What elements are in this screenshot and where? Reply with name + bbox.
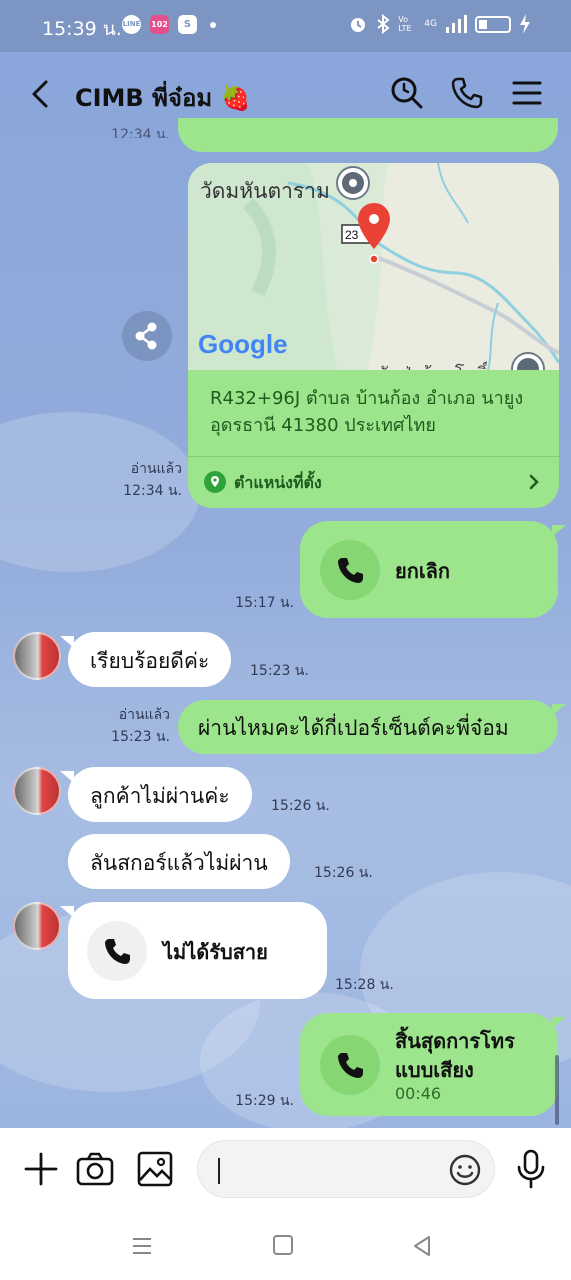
emoji-icon[interactable] (448, 1153, 482, 1187)
location-address: R432+96J ตำบล บ้านก้อง อำเภอ นายูง อุดรธ… (210, 388, 524, 436)
microphone-icon[interactable] (513, 1148, 549, 1190)
call-duration: 00:46 (395, 1084, 442, 1103)
line-notification-icon: LINE (122, 15, 141, 34)
read-receipt: อ่านแล้ว (130, 461, 182, 477)
call-message-bubble[interactable]: สิ้นสุดการโทร แบบเสียง 00:46 (300, 1013, 566, 1116)
google-logo: Google (198, 329, 288, 359)
scrollbar[interactable] (555, 1055, 559, 1125)
call-icon-circle (87, 921, 147, 981)
back-arrow-icon[interactable] (24, 74, 60, 114)
more-notifications-dot (210, 21, 216, 28)
message-status: อ่านแล้ว 15:23 น. (96, 704, 170, 748)
incoming-message-bubble[interactable]: เรียบร้อยดีค่ะ (59, 632, 232, 687)
call-message-bubble[interactable]: ยกเลิก (300, 521, 566, 618)
message-time: 15:23 น. (111, 729, 170, 745)
phone-icon (338, 1053, 363, 1078)
previous-message-bubble[interactable] (178, 118, 558, 152)
gallery-icon[interactable] (136, 1150, 174, 1188)
message-time: 15:29 น. (235, 1093, 294, 1109)
message-time: 15:23 น. (250, 663, 309, 679)
call-status-line1: สิ้นสุดการโทร (395, 1029, 515, 1053)
contact-avatar[interactable] (13, 632, 61, 680)
location-pin-icon (204, 471, 226, 493)
incoming-message-bubble[interactable]: ลูกค้าไม่ผ่านค่ะ (60, 767, 252, 822)
battery-icon (475, 15, 511, 33)
call-status-label: ยกเลิก (395, 559, 451, 583)
status-time: 15:39 น. (42, 18, 122, 40)
message-time: 15:17 น. (235, 595, 294, 611)
camera-icon[interactable] (75, 1150, 115, 1188)
message-time: 15:26 น. (271, 798, 330, 814)
message-input-bar (0, 1128, 571, 1212)
message-time: 15:28 น. (335, 977, 394, 993)
back-nav-icon[interactable] (410, 1234, 434, 1258)
menu-icon[interactable] (510, 76, 544, 110)
system-navigation-bar (0, 1212, 571, 1280)
call-icon-circle (320, 540, 380, 600)
message-text: เรียบร้อยดีค่ะ (90, 649, 210, 673)
outgoing-message-bubble[interactable]: ผ่านไหมคะได้กี่เปอร์เซ็นต์คะพี่จ๋อม (178, 700, 566, 754)
phone-call-icon[interactable] (450, 76, 484, 110)
phone-icon (338, 558, 363, 583)
phone-icon (105, 939, 130, 964)
message-time: 15:26 น. (314, 865, 373, 881)
previous-message-time: 12:34 น. (111, 127, 170, 138)
status-bar: 15:39 น. LINE 102 S Vo LTE 4G (0, 0, 571, 52)
message-text: ลันสกอร์แล้วไม่ผ่าน (90, 851, 268, 875)
call-status-line2: แบบเสียง (395, 1058, 474, 1082)
location-message-card[interactable]: 23 วัดมหันตาราม วัดป่าก้อมโพธิ์ Google R… (188, 163, 559, 508)
alarm-icon (351, 18, 366, 32)
text-cursor (218, 1158, 220, 1184)
call-icon-circle (320, 1035, 380, 1095)
charging-icon (520, 14, 530, 34)
map-bottom-place-label: วัดป่าก้อมโพธิ์ (378, 359, 487, 370)
search-icon[interactable] (390, 76, 424, 110)
bluetooth-icon (377, 14, 390, 34)
message-text: ผ่านไหมคะได้กี่เปอร์เซ็นต์คะพี่จ๋อม (198, 716, 509, 740)
location-link-row[interactable]: ตำแหน่งที่ตั้ง (188, 457, 559, 508)
missed-call-bubble[interactable]: ไม่ได้รับสาย (60, 902, 327, 999)
share-button[interactable] (122, 311, 172, 361)
recent-apps-icon[interactable] (130, 1234, 154, 1258)
contact-avatar[interactable] (13, 902, 61, 950)
chevron-right-icon (529, 474, 539, 490)
s-notification-icon: S (178, 15, 197, 34)
read-receipt: อ่านแล้ว (118, 707, 170, 723)
signal-icon (446, 15, 467, 33)
route-number: 23 (345, 228, 359, 242)
message-text: ลูกค้าไม่ผ่านค่ะ (90, 784, 230, 808)
map-place-label: วัดมหันตาราม (200, 179, 330, 203)
contact-avatar[interactable] (13, 767, 61, 815)
location-message-status: อ่านแล้ว 12:34 น. (100, 458, 182, 502)
network-type: 4G (424, 19, 437, 29)
plus-icon[interactable] (22, 1150, 60, 1188)
message-input[interactable] (197, 1140, 495, 1198)
share-icon (135, 322, 157, 350)
home-icon[interactable] (272, 1234, 294, 1256)
message-time: 12:34 น. (123, 483, 182, 499)
location-link-label: ตำแหน่งที่ตั้ง (234, 473, 322, 492)
app-notification-icon: 102 (150, 15, 169, 34)
volte-indicator: Vo LTE (398, 15, 412, 33)
call-status-label: ไม่ได้รับสาย (163, 940, 268, 964)
chat-title: CIMB พี่จ๋อม 🍓 (75, 84, 251, 112)
incoming-message-bubble[interactable]: ลันสกอร์แล้วไม่ผ่าน (68, 834, 290, 889)
